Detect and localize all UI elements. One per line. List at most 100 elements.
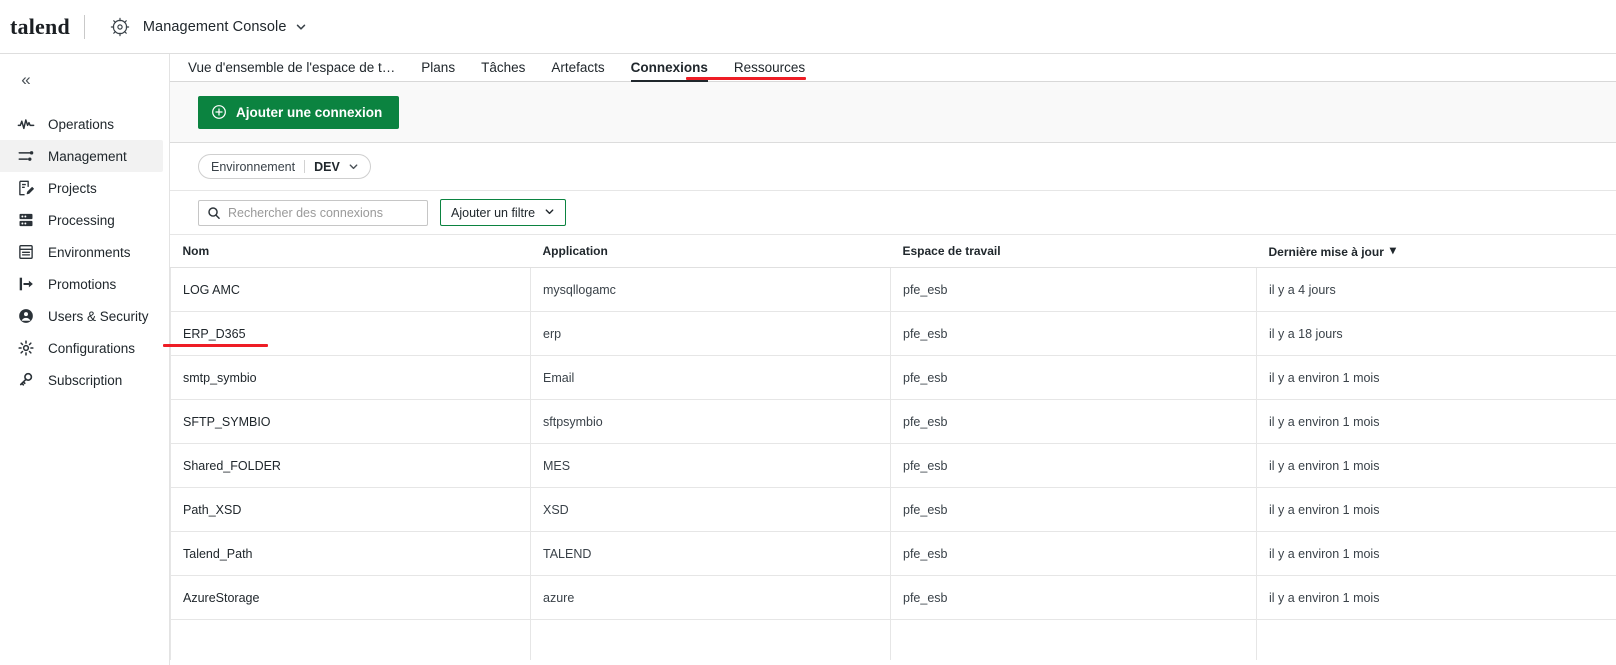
sidebar-item-label: Subscription [48, 372, 123, 388]
sidebar-item-label: Management [48, 148, 127, 164]
target-icon [107, 14, 133, 40]
server-icon [16, 210, 36, 230]
sidebar-item-promotions[interactable]: Promotions [0, 268, 163, 300]
table-row[interactable]: SFTP_SYMBIO sftpsymbio pfe_esb il y a en… [170, 399, 1616, 444]
environment-bar: Environnement DEV [170, 143, 1616, 191]
cell-derniere-mise-a-jour: il y a environ 1 mois [1256, 575, 1616, 620]
cell-espace-de-travail: pfe_esb [890, 443, 1257, 488]
sidebar-item-configurations[interactable]: Configurations [0, 332, 163, 364]
column-header-nom[interactable]: Nom [170, 235, 531, 268]
table-row-empty [170, 619, 1616, 660]
cell-nom[interactable]: Talend_Path [170, 531, 531, 576]
sidebar-item-management[interactable]: Management [0, 140, 163, 172]
document-edit-icon [16, 178, 36, 198]
table-row[interactable]: AzureStorage azure pfe_esb il y a enviro… [170, 575, 1616, 620]
cell-empty [530, 619, 891, 660]
environment-selector[interactable]: Environnement DEV [198, 154, 371, 179]
cell-application: erp [530, 311, 891, 356]
cell-nom[interactable]: smtp_symbio [170, 355, 531, 400]
sort-descending-icon[interactable]: ▾ [1390, 243, 1396, 257]
cell-derniere-mise-a-jour: il y a environ 1 mois [1256, 443, 1616, 488]
search-filter-bar: Ajouter un filtre [170, 191, 1616, 235]
cell-empty [170, 619, 531, 660]
cell-empty [1257, 620, 1616, 660]
table-row[interactable]: smtp_symbio Email pfe_esb il y a environ… [170, 355, 1616, 400]
sidebar-item-label: Environments [48, 244, 131, 260]
sidebar-item-environments[interactable]: Environments [0, 236, 163, 268]
cell-empty [890, 619, 1257, 660]
cell-nom[interactable]: Path_XSD [170, 487, 531, 532]
cell-espace-de-travail: pfe_esb [890, 531, 1257, 576]
sidebar-item-users-security[interactable]: Users & Security [0, 300, 163, 332]
add-connection-button[interactable]: Ajouter une connexion [198, 95, 400, 129]
cell-derniere-mise-a-jour: il y a 18 jours [1256, 311, 1616, 356]
connections-table: Nom Application Espace de travail Derniè… [170, 235, 1616, 660]
cell-nom[interactable]: LOG AMC [170, 267, 531, 312]
tab-plans[interactable]: Plans [421, 60, 455, 81]
cell-application: mysqllogamc [530, 267, 891, 312]
table-row[interactable]: Talend_Path TALEND pfe_esb il y a enviro… [170, 531, 1616, 576]
cell-nom[interactable]: SFTP_SYMBIO [170, 399, 531, 444]
workspace-tabbar: Vue d'ensemble de l'espace de t… Plans T… [170, 54, 1616, 82]
search-input[interactable] [228, 200, 419, 225]
cell-derniere-mise-a-jour: il y a environ 1 mois [1256, 399, 1616, 444]
plus-circle-icon [211, 104, 227, 120]
cell-espace-de-travail: pfe_esb [890, 311, 1257, 356]
tab-workspace-overview[interactable]: Vue d'ensemble de l'espace de t… [188, 60, 395, 81]
product-switcher[interactable]: Management Console [107, 14, 307, 40]
cell-espace-de-travail: pfe_esb [890, 575, 1257, 620]
chevron-down-icon[interactable] [348, 161, 359, 172]
column-header-derniere-mise-a-jour[interactable]: Dernière mise à jour ▾ [1256, 235, 1616, 268]
tab-ressources[interactable]: Ressources [734, 60, 805, 81]
sidebar-item-label: Processing [48, 212, 115, 228]
header-divider [83, 14, 85, 39]
cell-espace-de-travail: pfe_esb [890, 399, 1257, 444]
cell-derniere-mise-a-jour: il y a environ 1 mois [1256, 531, 1616, 576]
tab-artefacts[interactable]: Artefacts [551, 60, 604, 81]
table-row[interactable]: Path_XSD XSD pfe_esb il y a environ 1 mo… [170, 487, 1616, 532]
column-header-espace-de-travail[interactable]: Espace de travail [890, 235, 1257, 268]
promote-arrow-icon [16, 274, 36, 294]
sidebar-item-projects[interactable]: Projects [0, 172, 163, 204]
talend-logo[interactable]: talend [10, 14, 84, 40]
sidebar-item-processing[interactable]: Processing [0, 204, 163, 236]
sidebar-collapse-button[interactable]: « [14, 68, 38, 92]
archive-box-icon [16, 242, 36, 262]
add-connection-label: Ajouter une connexion [236, 104, 383, 120]
cell-application: sftpsymbio [530, 399, 891, 444]
cell-application: MES [530, 443, 891, 488]
left-sidebar: « Operations Management Projects Process… [0, 54, 170, 665]
cell-espace-de-travail: pfe_esb [890, 487, 1257, 532]
chevron-down-icon [544, 206, 555, 220]
action-bar: Ajouter une connexion [170, 82, 1616, 143]
sidebar-item-label: Configurations [48, 340, 136, 356]
user-circle-icon [16, 306, 36, 326]
connections-table-body: LOG AMC mysqllogamc pfe_esb il y a 4 jou… [170, 267, 1616, 660]
cell-application: Email [530, 355, 891, 400]
table-row[interactable]: Shared_FOLDER MES pfe_esb il y a environ… [170, 443, 1616, 488]
cell-derniere-mise-a-jour: il y a 4 jours [1256, 267, 1616, 312]
cell-nom[interactable]: ERP_D365 [170, 311, 531, 356]
tab-taches[interactable]: Tâches [481, 60, 525, 81]
cell-application: TALEND [530, 531, 891, 576]
tab-connexions[interactable]: Connexions [630, 60, 709, 82]
environment-label: Environnement [211, 159, 296, 174]
cell-derniere-mise-a-jour: il y a environ 1 mois [1256, 355, 1616, 400]
cell-derniere-mise-a-jour: il y a environ 1 mois [1256, 487, 1616, 532]
column-header-application[interactable]: Application [530, 235, 891, 268]
chevron-down-icon[interactable] [295, 21, 307, 33]
table-row[interactable]: ERP_D365 erp pfe_esb il y a 18 jours [170, 311, 1616, 356]
add-filter-button[interactable]: Ajouter un filtre [440, 199, 567, 226]
sidebar-item-label: Promotions [48, 276, 117, 292]
cell-application: XSD [530, 487, 891, 532]
column-header-label: Dernière mise à jour [1268, 245, 1384, 259]
environment-value: DEV [314, 159, 340, 174]
table-row[interactable]: LOG AMC mysqllogamc pfe_esb il y a 4 jou… [170, 267, 1616, 312]
cell-nom[interactable]: Shared_FOLDER [170, 443, 531, 488]
sidebar-item-label: Operations [48, 116, 115, 132]
sidebar-item-subscription[interactable]: Subscription [0, 364, 163, 396]
sidebar-item-label: Projects [48, 180, 97, 196]
search-connections-box[interactable] [198, 199, 428, 226]
sidebar-item-operations[interactable]: Operations [0, 108, 163, 140]
cell-nom[interactable]: AzureStorage [170, 575, 531, 620]
